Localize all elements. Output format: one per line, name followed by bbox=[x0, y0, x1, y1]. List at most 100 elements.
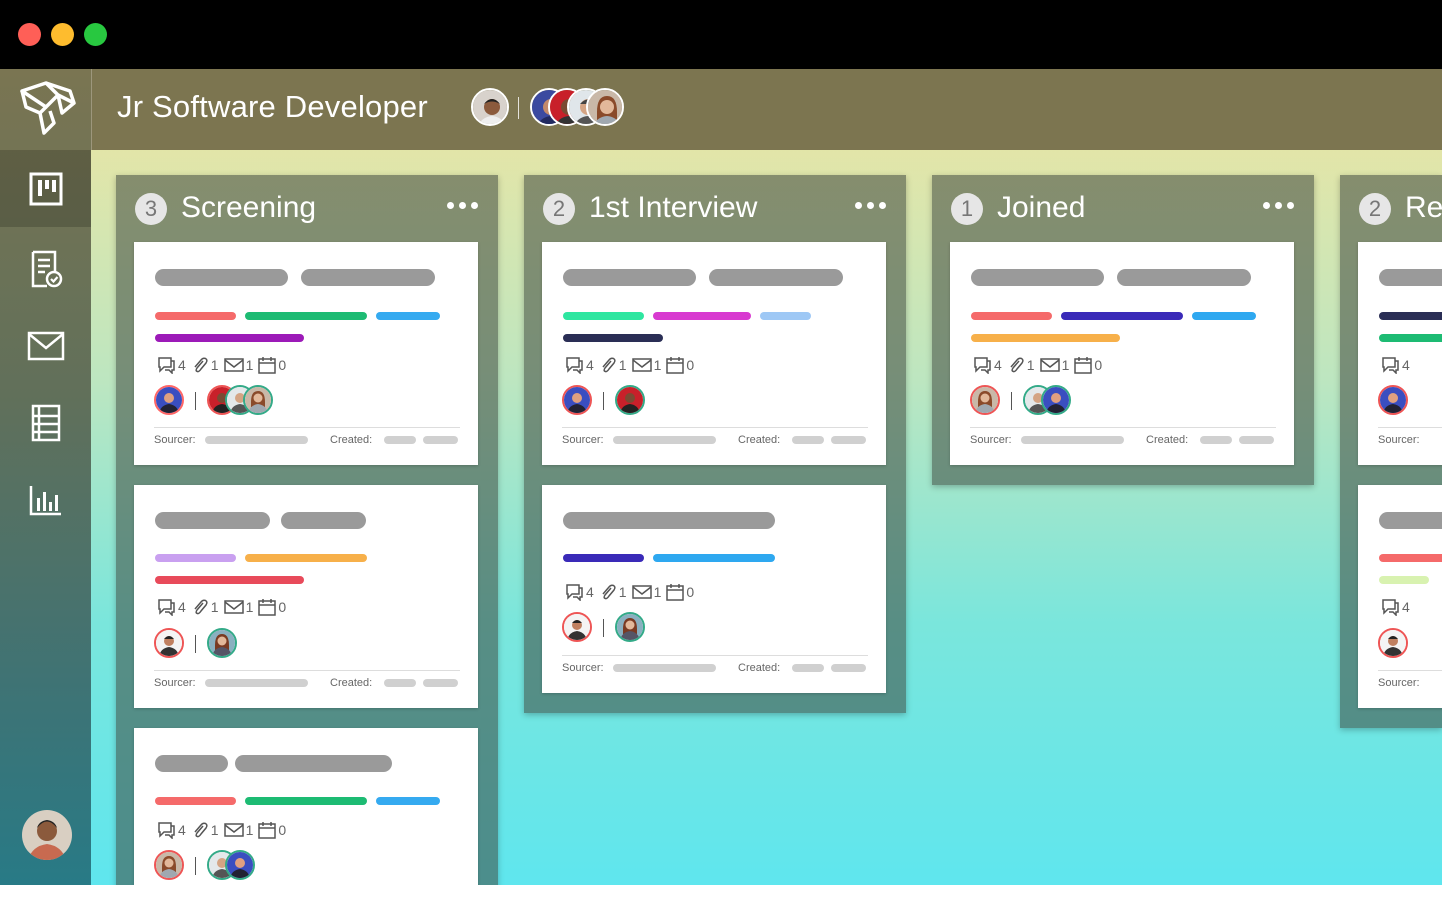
column-more-button[interactable] bbox=[855, 202, 886, 209]
created-placeholder bbox=[792, 664, 824, 672]
sidebar-item-mail[interactable] bbox=[0, 307, 91, 384]
card-divider bbox=[154, 670, 460, 671]
assignee-avatar[interactable] bbox=[615, 612, 645, 642]
comments-count: 4 bbox=[972, 356, 1002, 374]
tag bbox=[155, 576, 304, 584]
candidate-card[interactable]: 4 1 1 0 bbox=[134, 728, 478, 885]
card-divider bbox=[1378, 670, 1442, 671]
sidebar-item-checklist[interactable] bbox=[0, 230, 91, 307]
events-count: 0 bbox=[666, 356, 694, 374]
mail-icon bbox=[631, 585, 652, 599]
candidate-card[interactable]: 4 1 1 0 Sourcer: Created: bbox=[542, 242, 886, 465]
name-placeholder bbox=[301, 269, 435, 286]
tag bbox=[155, 312, 236, 320]
attachment-icon bbox=[602, 584, 616, 600]
comments-icon bbox=[1382, 599, 1399, 616]
sidebar-item-board[interactable] bbox=[0, 150, 91, 227]
assignee-avatar[interactable] bbox=[1041, 385, 1071, 415]
candidate-avatar[interactable] bbox=[1378, 628, 1408, 658]
tag bbox=[376, 797, 440, 805]
column-title: Re bbox=[1405, 191, 1442, 224]
column-1st-interview: 2 1st Interview 4 1 1 0 Sourcer: Created… bbox=[524, 175, 906, 713]
candidate-avatar[interactable] bbox=[970, 385, 1000, 415]
name-placeholder bbox=[1379, 512, 1442, 529]
column-more-button[interactable] bbox=[447, 202, 478, 209]
app-logo[interactable] bbox=[0, 69, 91, 150]
maximize-window-button[interactable] bbox=[84, 23, 107, 46]
tag bbox=[653, 554, 775, 562]
minimize-window-button[interactable] bbox=[51, 23, 74, 46]
name-placeholder bbox=[155, 755, 228, 772]
avatar-separator bbox=[195, 392, 196, 410]
sidebar-item-reports[interactable] bbox=[0, 461, 91, 538]
emails-count: 1 bbox=[631, 357, 661, 373]
name-placeholder bbox=[155, 512, 270, 529]
comments-icon bbox=[158, 599, 175, 616]
bottom-edge bbox=[0, 885, 1442, 905]
column-partial: 2 Re 4 Sourcer: 4 Sourcer: bbox=[1340, 175, 1442, 728]
assignee-avatar[interactable] bbox=[225, 850, 255, 880]
column-header: 2 Re bbox=[1340, 175, 1442, 241]
attachment-icon bbox=[1010, 357, 1024, 373]
sourcer-label: Sourcer: bbox=[562, 662, 604, 674]
candidate-card[interactable]: 4 1 1 0 Sourcer: Created: bbox=[950, 242, 1294, 465]
header-separator bbox=[518, 97, 519, 119]
candidate-avatar[interactable] bbox=[562, 612, 592, 642]
comments-icon bbox=[974, 357, 991, 374]
attachment-icon bbox=[194, 599, 208, 615]
attachments-count: 1 bbox=[191, 598, 219, 616]
created-placeholder bbox=[1200, 436, 1232, 444]
sourcer-placeholder bbox=[613, 436, 716, 444]
candidate-card[interactable]: 4 Sourcer: bbox=[1358, 485, 1442, 708]
calendar-icon bbox=[258, 822, 277, 839]
sidebar-item-list[interactable] bbox=[0, 384, 91, 461]
mail-icon bbox=[1039, 358, 1060, 372]
attachments-count: 1 bbox=[191, 821, 219, 839]
card-divider bbox=[154, 427, 460, 428]
candidate-avatar[interactable] bbox=[154, 850, 184, 880]
name-placeholder bbox=[563, 269, 696, 286]
created-label: Created: bbox=[738, 662, 781, 674]
column-header: 3 Screening bbox=[116, 175, 498, 241]
candidate-avatar[interactable] bbox=[562, 385, 592, 415]
attachments-count: 1 bbox=[191, 356, 219, 374]
card-meta: 4 bbox=[1380, 598, 1415, 616]
created-placeholder bbox=[831, 664, 866, 672]
card-divider bbox=[562, 655, 868, 656]
owner-avatar[interactable] bbox=[471, 88, 509, 126]
mail-icon bbox=[223, 358, 244, 372]
current-user-avatar[interactable] bbox=[22, 810, 72, 860]
comments-count: 4 bbox=[156, 821, 186, 839]
candidate-avatar[interactable] bbox=[1378, 385, 1408, 415]
team-avatar[interactable] bbox=[586, 88, 624, 126]
sourcer-placeholder bbox=[1021, 436, 1124, 444]
tag bbox=[1379, 312, 1442, 320]
document-check-icon bbox=[31, 250, 62, 287]
name-placeholder bbox=[281, 512, 366, 529]
tag bbox=[1379, 334, 1442, 342]
candidate-card[interactable]: 4 Sourcer: bbox=[1358, 242, 1442, 465]
sourcer-label: Sourcer: bbox=[562, 434, 604, 446]
events-count: 0 bbox=[258, 356, 286, 374]
page-title: Jr Software Developer bbox=[117, 89, 428, 124]
candidate-avatar[interactable] bbox=[154, 628, 184, 658]
name-placeholder bbox=[235, 755, 392, 772]
comments-count: 4 bbox=[156, 598, 186, 616]
candidate-avatar[interactable] bbox=[154, 385, 184, 415]
board-area: Jr Software Developer 3 Screening 4 1 1 … bbox=[0, 69, 1442, 885]
assignee-avatar[interactable] bbox=[207, 628, 237, 658]
candidate-card[interactable]: 4 1 1 0 Sourcer: Created: bbox=[134, 485, 478, 708]
tag bbox=[563, 312, 644, 320]
sourcer-label: Sourcer: bbox=[970, 434, 1012, 446]
candidate-card[interactable]: 4 1 1 0 Sourcer: Created: bbox=[542, 485, 886, 693]
card-meta: 4 1 1 0 bbox=[564, 583, 699, 601]
tag bbox=[1379, 554, 1442, 562]
column-header: 1 Joined bbox=[932, 175, 1314, 241]
column-more-button[interactable] bbox=[1263, 202, 1294, 209]
close-window-button[interactable] bbox=[18, 23, 41, 46]
assignee-avatar[interactable] bbox=[615, 385, 645, 415]
assignee-avatar[interactable] bbox=[243, 385, 273, 415]
emails-count: 1 bbox=[223, 357, 253, 373]
column-title: 1st Interview bbox=[589, 191, 758, 224]
candidate-card[interactable]: 4 1 1 0 Sourcer: Created: bbox=[134, 242, 478, 465]
